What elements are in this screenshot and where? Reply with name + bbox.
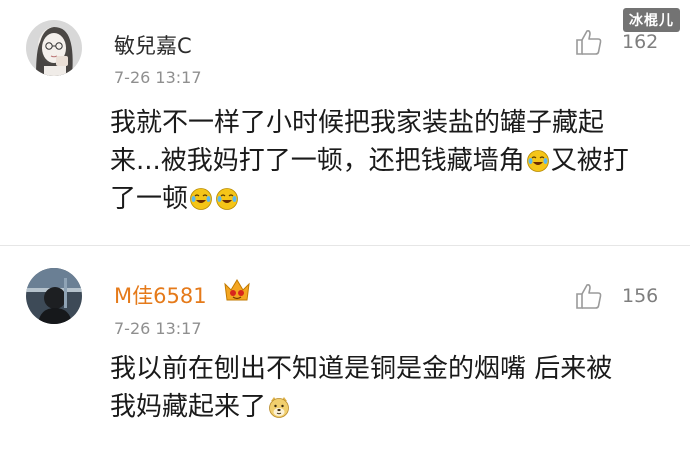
comment-text-segment: 我妈藏起来了 — [110, 392, 267, 422]
laugh-cry-emoji-icon — [216, 188, 238, 210]
comment-line: 我妈藏起来了 — [110, 388, 658, 426]
like-button[interactable]: 162 — [574, 27, 658, 57]
avatar[interactable] — [26, 268, 82, 324]
doge-emoji-icon — [269, 397, 289, 418]
like-button[interactable]: 156 — [574, 281, 658, 311]
comment-text-segment: 了一顿 — [110, 184, 189, 214]
username[interactable]: M佳6581 — [114, 280, 207, 310]
comment-item: 敏兒嘉C 7-26 13:17 162 我就不一样了小时候把我家装盐的罐子藏起 … — [0, 0, 690, 246]
comment-text: 我以前在刨出不知道是铜是金的烟嘴 后来被 我妈藏起来了 — [110, 350, 658, 426]
avatar[interactable] — [26, 20, 82, 76]
laugh-cry-emoji-icon — [526, 150, 549, 172]
username[interactable]: 敏兒嘉C — [114, 30, 192, 60]
thumbs-up-icon — [576, 284, 602, 309]
like-count: 156 — [622, 285, 659, 307]
comment-line: 我以前在刨出不知道是铜是金的烟嘴 后来被 — [110, 354, 613, 384]
like-count: 162 — [622, 31, 659, 53]
timestamp: 7-26 13:17 — [114, 319, 202, 338]
comment-text-segment: 来...被我妈打了一顿，还把钱藏墙角 — [110, 146, 525, 176]
comment-text-segment: 又被打 — [550, 146, 629, 176]
comment-line: 我就不一样了小时候把我家装盐的罐子藏起 — [110, 108, 605, 138]
laugh-cry-emoji-icon — [190, 188, 212, 210]
thumbs-up-icon — [576, 30, 602, 55]
vip-crown-badge-icon — [224, 279, 250, 301]
comment-text: 我就不一样了小时候把我家装盐的罐子藏起 来...被我妈打了一顿，还把钱藏墙角 又被… — [110, 104, 658, 218]
comment-item: M佳6581 7-26 13:17 156 我以前在刨出不知道是铜是金的烟嘴 后… — [0, 246, 690, 449]
comment-line: 了一顿 — [110, 180, 658, 218]
timestamp: 7-26 13:17 — [114, 68, 202, 87]
comment-line: 来...被我妈打了一顿，还把钱藏墙角 又被打 — [110, 142, 658, 180]
